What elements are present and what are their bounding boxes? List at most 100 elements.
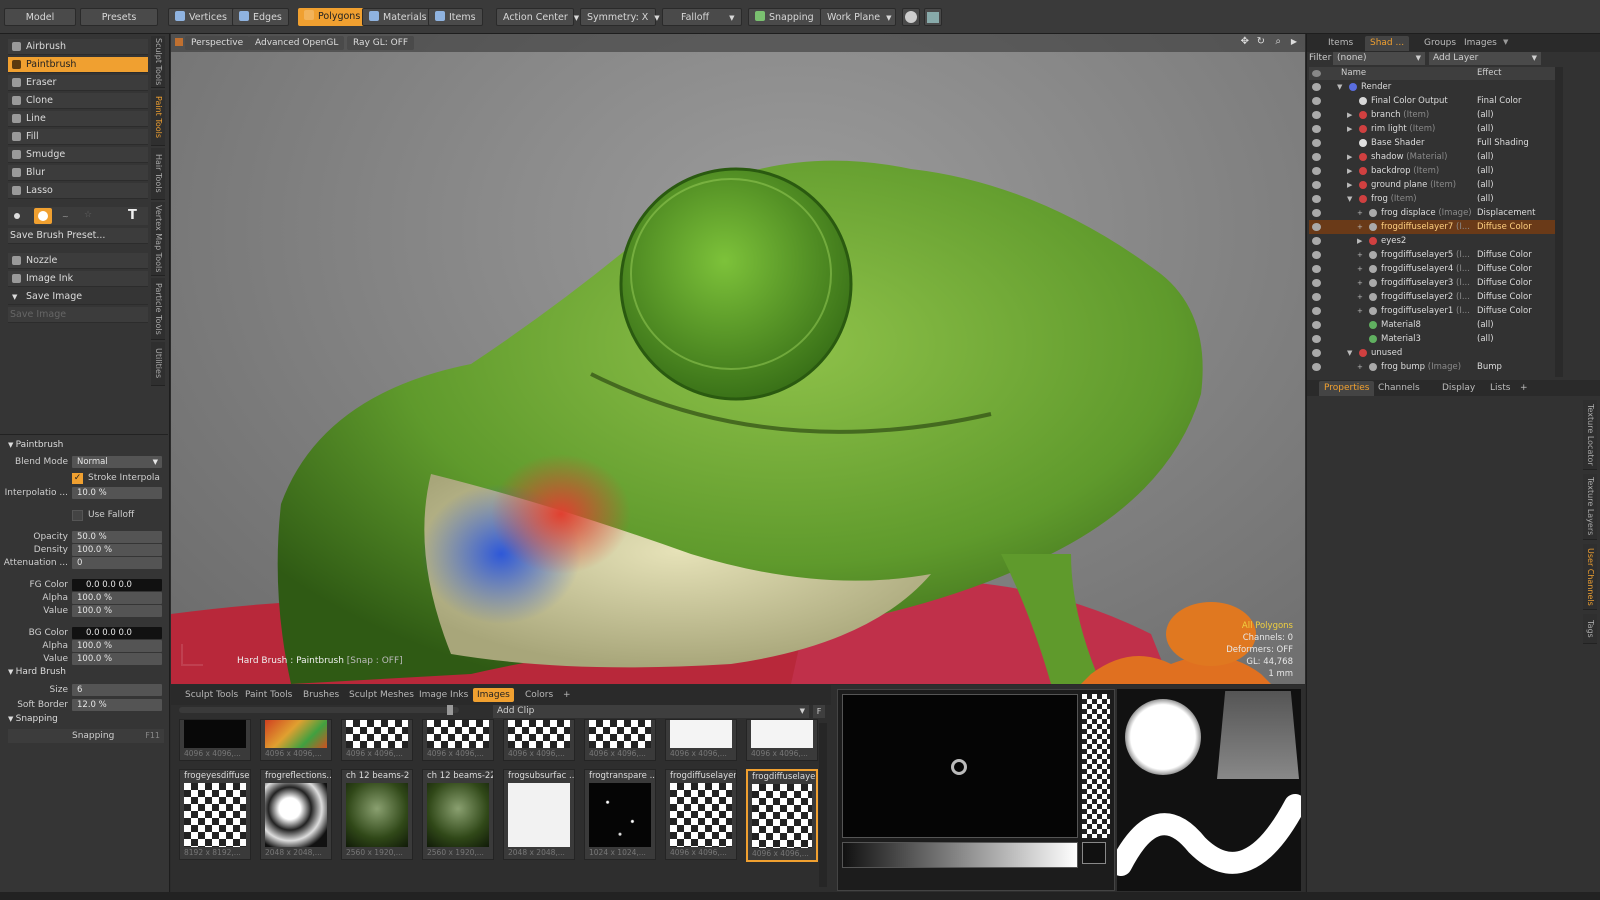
density-field[interactable]: 100.0 %: [72, 544, 162, 556]
fg-color-field[interactable]: 0.0 0.0 0.0: [72, 579, 162, 591]
rotate-view-icon[interactable]: ↻: [1257, 36, 1265, 47]
expand-arrow-icon[interactable]: +: [1357, 248, 1363, 262]
visibility-eye-icon[interactable]: [1312, 139, 1321, 147]
visibility-eye-icon[interactable]: [1312, 83, 1321, 91]
image-thumbnail[interactable]: frogdiffuselayer7 4096 x 4096,...: [746, 769, 818, 862]
tree-row[interactable]: + frogdiffuselayer1 (I... Diffuse Color: [1309, 304, 1555, 318]
chevron-down-icon[interactable]: ▼: [1503, 38, 1508, 46]
image-thumbnail[interactable]: frogdiffuselayer6 4096 x 4096,...: [665, 769, 737, 860]
visibility-eye-icon[interactable]: [1312, 153, 1321, 161]
image-thumbnail[interactable]: 4096 x 4096,...: [746, 719, 818, 761]
visibility-eye-icon[interactable]: [1312, 195, 1321, 203]
visibility-eye-icon[interactable]: [1312, 279, 1321, 287]
clone-tool[interactable]: Clone: [8, 93, 148, 109]
expand-arrow-icon[interactable]: +: [1357, 276, 1363, 290]
tab-tags[interactable]: Tags: [1583, 614, 1597, 644]
color-swatch-area[interactable]: [842, 694, 1078, 838]
tab-brushes[interactable]: Brushes: [299, 688, 343, 702]
attenuation-field[interactable]: 0: [72, 557, 162, 569]
image-thumbnail[interactable]: frogreflections... 2048 x 2048,...: [260, 769, 332, 860]
work-plane-dropdown[interactable]: Work Plane ▼: [820, 8, 896, 26]
expand-arrow-icon[interactable]: ▼: [1347, 346, 1352, 360]
paintbrush-section[interactable]: ▼ Paintbrush: [8, 440, 63, 450]
expand-arrow-icon[interactable]: +: [1357, 262, 1363, 276]
image-thumbnail[interactable]: 4096 x 4096,...: [260, 719, 332, 761]
tree-row[interactable]: ▶ eyes2: [1309, 234, 1555, 248]
bg-color-field[interactable]: 0.0 0.0 0.0: [72, 627, 162, 639]
image-thumbnail[interactable]: ch 12 beams-2 2560 x 1920,...: [341, 769, 413, 860]
tab-particle-tools[interactable]: Particle Tools: [151, 278, 165, 340]
thumbnail-size-slider[interactable]: [179, 705, 459, 715]
tab-utilities[interactable]: Utilities: [151, 342, 165, 386]
small-dot-icon[interactable]: [14, 213, 20, 219]
line-tool[interactable]: Line: [8, 111, 148, 127]
tree-row[interactable]: + frog displace (Image) Displacement: [1309, 206, 1555, 220]
tab-paint-tools-bottom[interactable]: Paint Tools: [241, 688, 296, 702]
vertices-mode-button[interactable]: Vertices: [168, 8, 234, 26]
save-brush-preset-button[interactable]: Save Brush Preset...: [8, 228, 148, 244]
tree-row[interactable]: + frogdiffuselayer4 (I... Diffuse Color: [1309, 262, 1555, 276]
add-clip-dropdown[interactable]: Add Clip ▼: [493, 705, 809, 718]
tab-properties[interactable]: Properties: [1319, 381, 1375, 396]
tab-model[interactable]: Model: [4, 8, 76, 26]
visibility-eye-icon[interactable]: [1312, 321, 1321, 329]
tree-row[interactable]: + frogdiffuselayer3 (I... Diffuse Color: [1309, 276, 1555, 290]
visibility-eye-icon[interactable]: [1312, 363, 1321, 371]
polygons-mode-button[interactable]: Polygons: [298, 8, 367, 26]
image-ink-button[interactable]: Image Ink: [8, 271, 148, 287]
blend-mode-select[interactable]: Normal ▼: [72, 456, 162, 468]
tree-scrollbar[interactable]: [1555, 67, 1563, 377]
tab-image-inks[interactable]: Image Inks: [415, 688, 472, 702]
tab-hair-tools[interactable]: Hair Tools: [151, 148, 165, 200]
image-thumbnail[interactable]: frogtranspare ... 1024 x 1024,...: [584, 769, 656, 860]
add-tab-icon[interactable]: +: [559, 688, 575, 702]
visibility-eye-icon[interactable]: [1312, 349, 1321, 357]
tab-lists[interactable]: Lists: [1485, 381, 1515, 396]
falloff-dropdown[interactable]: Falloff ▼: [662, 8, 742, 26]
blur-tool[interactable]: Blur: [8, 165, 148, 181]
materials-mode-button[interactable]: Materials: [362, 8, 434, 26]
paint-brush-icon[interactable]: [1312, 223, 1321, 231]
tab-items[interactable]: Items: [1323, 36, 1358, 51]
visibility-eye-icon[interactable]: [1312, 125, 1321, 133]
size-field[interactable]: 6: [72, 684, 162, 696]
tab-texture-layers[interactable]: Texture Layers: [1583, 474, 1597, 540]
opacity-field[interactable]: 50.0 %: [72, 531, 162, 543]
lasso-tool[interactable]: Lasso: [8, 183, 148, 199]
fill-tool[interactable]: Fill: [8, 129, 148, 145]
snapping-section[interactable]: ▼ Snapping: [8, 714, 58, 724]
add-layer-dropdown[interactable]: Add Layer ▼: [1429, 52, 1541, 65]
nozzle-button[interactable]: Nozzle: [8, 253, 148, 269]
tree-row[interactable]: ▼ frog (Item) (all): [1309, 192, 1555, 206]
tab-paint-tools[interactable]: Paint Tools: [151, 90, 165, 146]
tree-row[interactable]: + frog bump (Image) Bump: [1309, 360, 1555, 374]
image-thumbnail[interactable]: frogeyesdiffuse 8192 x 8192,...: [179, 769, 251, 860]
image-thumbnail[interactable]: ch 12 beams-22 2560 x 1920,...: [422, 769, 494, 860]
alpha-strip[interactable]: [1082, 694, 1110, 838]
filter-button[interactable]: F: [813, 705, 825, 718]
soft-border-field[interactable]: 12.0 %: [72, 699, 162, 711]
visibility-eye-icon[interactable]: [1312, 181, 1321, 189]
expand-arrow-icon[interactable]: ▶: [1347, 164, 1352, 178]
tab-user-channels[interactable]: User Channels: [1583, 544, 1597, 610]
symmetry-dropdown[interactable]: Symmetry: X ▼: [580, 8, 660, 26]
tab-vertex-map-tools[interactable]: Vertex Map Tools: [151, 202, 165, 276]
image-thumbnail[interactable]: 4096 x 4096,...: [503, 719, 575, 761]
add-tab-icon[interactable]: +: [1515, 381, 1533, 396]
tab-sculpt-tools-bottom[interactable]: Sculpt Tools: [181, 688, 242, 702]
tree-row[interactable]: Base Shader Full Shading: [1309, 136, 1555, 150]
expand-arrow-icon[interactable]: +: [1357, 290, 1363, 304]
tab-sculpt-meshes[interactable]: Sculpt Meshes: [345, 688, 418, 702]
smudge-tool[interactable]: Smudge: [8, 147, 148, 163]
image-thumbnail[interactable]: 4096 x 4096,...: [422, 719, 494, 761]
use-falloff-checkbox[interactable]: [72, 510, 83, 521]
tab-sculpt-tools[interactable]: Sculpt Tools: [151, 36, 165, 88]
maximize-view-icon[interactable]: ▶: [1291, 37, 1297, 46]
thumbnails-scrollbar[interactable]: [819, 723, 827, 887]
tab-shader-tree[interactable]: Shad ...: [1365, 36, 1410, 51]
round-brush-button[interactable]: [34, 208, 52, 224]
visibility-eye-icon[interactable]: [1312, 237, 1321, 245]
viewport-menu-icon[interactable]: [175, 38, 183, 46]
slider-handle[interactable]: [447, 705, 453, 715]
move-view-icon[interactable]: ✥: [1241, 36, 1249, 47]
